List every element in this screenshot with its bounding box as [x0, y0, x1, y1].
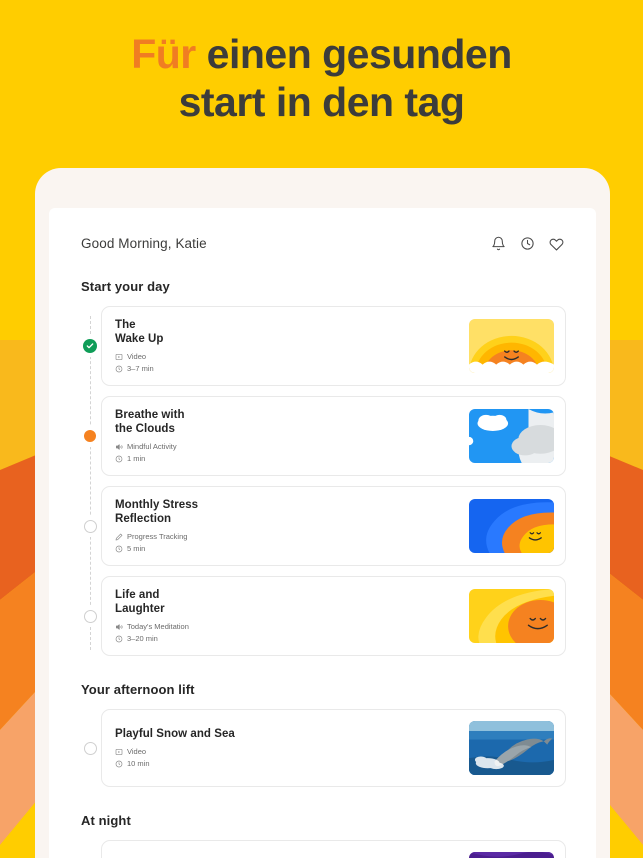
section-title-start-your-day: Start your day — [81, 279, 170, 294]
card-kind: Video — [115, 746, 461, 757]
empty-circle-icon — [83, 519, 97, 533]
header-icon-group — [491, 236, 564, 251]
timeline-marker-active — [79, 425, 101, 447]
clock-icon — [115, 455, 123, 463]
card-kind-label: Progress Tracking — [127, 532, 188, 541]
card-thumbnail-sunface — [469, 589, 554, 643]
list-item[interactable]: Monthly Stress Reflection Progress Track… — [79, 486, 566, 566]
card-title: Life and Laughter — [115, 589, 165, 615]
timeline-track-morning: The Wake Up Video 3–7 min Breathe with t… — [79, 306, 566, 656]
content-card[interactable]: The Wake Up Video 3–7 min — [101, 306, 566, 386]
card-kind: Progress Tracking — [115, 531, 461, 542]
card-kind-label: Today's Meditation — [127, 622, 189, 631]
list-item[interactable]: Life and Laughter Today's Meditation 3–2… — [79, 576, 566, 656]
headline-line2: start in den tag — [178, 79, 465, 125]
heart-icon[interactable] — [549, 236, 564, 251]
timeline-track-afternoon: Playful Snow and Sea Video 10 min — [79, 709, 566, 787]
content-card[interactable]: Playful Snow and Sea Video 10 min — [101, 709, 566, 787]
card-duration-label: 1 min — [127, 454, 146, 463]
card-kind: Video — [115, 351, 461, 362]
page-headline: Für einen gesunden start in den tag — [0, 30, 643, 126]
speaker-icon — [115, 443, 123, 451]
card-duration: 3–7 min — [115, 363, 461, 374]
app-screen: Good Morning, Katie Start your day The W… — [49, 208, 596, 858]
active-dot-icon — [84, 430, 96, 442]
section-title-night: At night — [81, 813, 131, 828]
card-duration: 1 min — [115, 453, 461, 464]
card-title: The Wake Up — [115, 319, 164, 345]
section-title-afternoon: Your afternoon lift — [81, 682, 195, 697]
clock-icon — [115, 545, 123, 553]
card-text: Life and Laughter Today's Meditation 3–2… — [115, 588, 469, 644]
card-kind: Today's Meditation — [115, 621, 461, 632]
timeline-track-night: Cool Breeze Sleep Music — [79, 840, 566, 858]
timeline-marker-todo — [79, 737, 101, 759]
card-text: Playful Snow and Sea Video 10 min — [115, 727, 469, 769]
card-duration: 3–20 min — [115, 633, 461, 644]
card-kind-label: Video — [127, 352, 147, 361]
list-item[interactable]: Breathe with the Clouds Mindful Activity — [79, 396, 566, 476]
screenshot-root: Für einen gesunden start in den tag Good… — [0, 0, 643, 858]
empty-circle-icon — [83, 609, 97, 623]
video-icon — [115, 353, 123, 361]
card-thumbnail-sunrise — [469, 319, 554, 373]
card-thumbnail-dolphins — [469, 721, 554, 775]
card-thumbnail-layers — [469, 499, 554, 553]
timeline-marker-todo — [79, 605, 101, 627]
history-icon[interactable] — [520, 236, 535, 251]
card-text: Monthly Stress Reflection Progress Track… — [115, 498, 469, 554]
card-duration: 10 min — [115, 758, 461, 769]
video-icon — [115, 748, 123, 756]
list-item[interactable]: Cool Breeze Sleep Music — [101, 840, 566, 858]
clock-icon — [115, 635, 123, 643]
card-thumbnail-scarf — [469, 852, 554, 858]
timeline-marker-todo — [79, 515, 101, 537]
content-card[interactable]: Life and Laughter Today's Meditation 3–2… — [101, 576, 566, 656]
content-card[interactable]: Monthly Stress Reflection Progress Track… — [101, 486, 566, 566]
card-title: Monthly Stress Reflection — [115, 499, 199, 525]
bell-icon[interactable] — [491, 236, 506, 251]
content-card[interactable]: Cool Breeze Sleep Music — [101, 840, 566, 858]
pencil-icon — [115, 533, 123, 541]
list-item[interactable]: Playful Snow and Sea Video 10 min — [79, 709, 566, 787]
card-duration-label: 10 min — [127, 759, 150, 768]
greeting-text: Good Morning, Katie — [81, 236, 207, 251]
check-circle-icon — [83, 339, 97, 353]
card-text: Breathe with the Clouds Mindful Activity — [115, 408, 469, 464]
card-kind: Mindful Activity — [115, 441, 461, 452]
card-text: The Wake Up Video 3–7 min — [115, 318, 469, 374]
card-duration: 5 min — [115, 543, 461, 554]
empty-circle-icon — [83, 741, 97, 755]
headline-accent: Für — [131, 31, 196, 77]
card-duration-label: 3–7 min — [127, 364, 154, 373]
speaker-icon — [115, 623, 123, 631]
timeline-marker-done — [79, 335, 101, 357]
card-kind-label: Mindful Activity — [127, 442, 177, 451]
card-title: Playful Snow and Sea — [115, 728, 235, 740]
card-thumbnail-clouds — [469, 409, 554, 463]
card-duration-label: 3–20 min — [127, 634, 158, 643]
clock-icon — [115, 760, 123, 768]
clock-icon — [115, 365, 123, 373]
content-card[interactable]: Breathe with the Clouds Mindful Activity — [101, 396, 566, 476]
headline-rest: einen gesunden — [195, 31, 513, 77]
tablet-frame: Good Morning, Katie Start your day The W… — [35, 168, 610, 858]
card-duration-label: 5 min — [127, 544, 146, 553]
list-item[interactable]: The Wake Up Video 3–7 min — [79, 306, 566, 386]
app-header: Good Morning, Katie — [79, 236, 566, 251]
card-title: Breathe with the Clouds — [115, 409, 185, 435]
card-kind-label: Video — [127, 747, 147, 756]
